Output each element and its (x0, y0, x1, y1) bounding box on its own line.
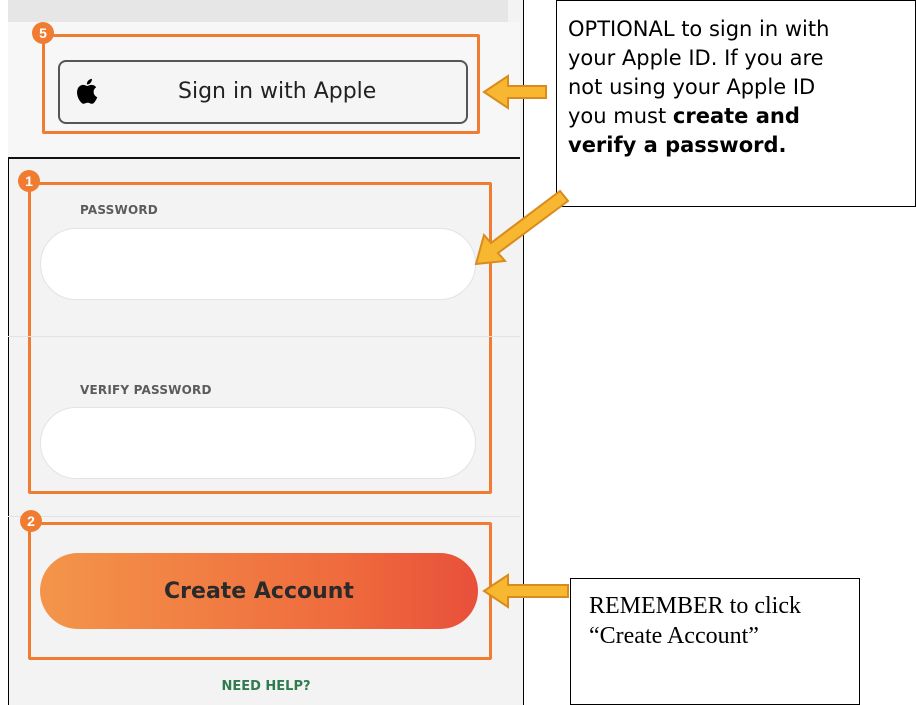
arrow-left-icon (482, 74, 547, 110)
arrow-diagonal-icon (474, 189, 570, 266)
callout-arrows (474, 74, 570, 609)
arrow-left-icon (482, 573, 569, 609)
